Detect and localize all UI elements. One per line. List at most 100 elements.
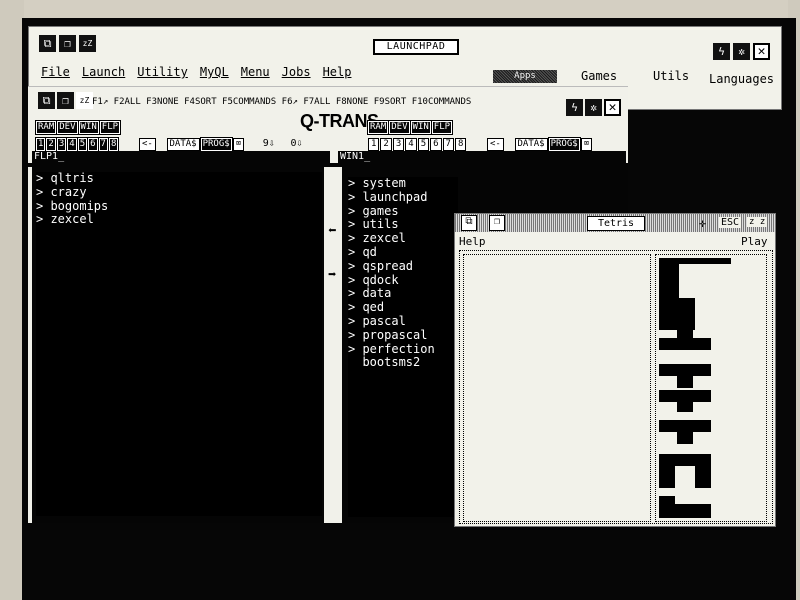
num-5-button[interactable]: 5 bbox=[417, 138, 430, 151]
crt-screen: ⧉ ❐ zZ LAUNCHPAD ϟ ✲ ✕ File Launch Utili… bbox=[22, 18, 796, 600]
num-2-button[interactable]: 2 bbox=[45, 137, 57, 152]
move-icon[interactable]: ✛ bbox=[699, 216, 706, 230]
tetris-play-menu[interactable]: Play bbox=[741, 235, 768, 248]
esc-button[interactable]: ESC bbox=[719, 217, 742, 228]
tab-apps[interactable]: Apps bbox=[493, 70, 557, 83]
launchpad-menubar: File Launch Utility MyQL Menu Jobs Help bbox=[41, 65, 351, 79]
list-item[interactable]: > zexcel bbox=[348, 231, 458, 246]
sleep-icon[interactable]: zZ bbox=[76, 92, 93, 109]
back-button[interactable]: <- bbox=[139, 138, 156, 151]
menu-menu[interactable]: Menu bbox=[241, 65, 270, 79]
num-1-button[interactable]: 1 bbox=[34, 137, 47, 152]
trash-icon[interactable]: ⌧ bbox=[232, 138, 245, 151]
list-item[interactable]: > crazy bbox=[36, 185, 322, 200]
list-item[interactable]: > perfection bbox=[348, 342, 458, 357]
num-6-button[interactable]: 6 bbox=[430, 138, 442, 151]
right-file-list: > system > launchpad > games > utils > z… bbox=[348, 176, 458, 517]
trash-icon[interactable]: ⌧ bbox=[580, 138, 593, 151]
num-3-button[interactable]: 3 bbox=[392, 138, 405, 151]
num-3-button[interactable]: 3 bbox=[55, 137, 68, 152]
left-file-list: > qltris > crazy > bogomips > zexcel bbox=[36, 171, 322, 516]
left-path-field[interactable]: FLP1_ bbox=[32, 151, 330, 163]
back-button[interactable]: <- bbox=[487, 138, 504, 151]
pane-border bbox=[28, 167, 32, 523]
list-item[interactable]: > qltris bbox=[36, 171, 322, 186]
right-path-field[interactable]: WIN1_ bbox=[338, 151, 626, 163]
monitor-bezel-top bbox=[0, 0, 800, 20]
list-item[interactable]: > propascal bbox=[348, 328, 458, 343]
list-item[interactable]: > data bbox=[348, 286, 458, 301]
tetris-window: ⧉ ❐ Tetris ✛ ESC z z Help Play bbox=[454, 213, 776, 527]
list-item[interactable]: > zexcel bbox=[36, 212, 322, 227]
sleep-icon[interactable]: z z bbox=[747, 217, 768, 227]
list-item[interactable]: > games bbox=[348, 204, 458, 219]
close-icon[interactable]: ✕ bbox=[604, 99, 621, 116]
list-item[interactable]: bootsms2 bbox=[348, 355, 458, 370]
list-item[interactable]: > system bbox=[348, 176, 458, 191]
num-4-button[interactable]: 4 bbox=[405, 138, 417, 151]
gear-icon[interactable]: ✲ bbox=[733, 43, 750, 60]
list-item[interactable]: > pascal bbox=[348, 314, 458, 329]
tab-utils[interactable]: Utils bbox=[653, 69, 689, 83]
list-item[interactable]: > qdock bbox=[348, 273, 458, 288]
piece-block bbox=[659, 420, 711, 432]
right-number-buttons: 12345678 <- DATA$ PROG$ ⌧ bbox=[368, 131, 593, 152]
sleep-icon[interactable]: zZ bbox=[79, 35, 96, 52]
menu-file[interactable]: File bbox=[41, 65, 70, 79]
num-1-button[interactable]: 1 bbox=[368, 138, 380, 151]
list-item[interactable]: > qed bbox=[348, 300, 458, 315]
tab-games[interactable]: Games bbox=[581, 69, 617, 83]
menu-launch[interactable]: Launch bbox=[82, 65, 125, 79]
num-8-button[interactable]: 8 bbox=[107, 137, 120, 152]
menu-utility[interactable]: Utility bbox=[137, 65, 188, 79]
tetris-help-menu[interactable]: Help bbox=[459, 235, 486, 248]
list-item[interactable]: > qd bbox=[348, 245, 458, 260]
num-7-button[interactable]: 7 bbox=[97, 137, 109, 152]
monitor-bezel-left bbox=[0, 0, 24, 600]
list-item[interactable]: > launchpad bbox=[348, 190, 458, 205]
data-dir-button[interactable]: DATA$ bbox=[514, 138, 548, 151]
num-8-button[interactable]: 8 bbox=[454, 138, 467, 151]
data-dir-button[interactable]: DATA$ bbox=[166, 138, 200, 151]
qtrans-header: ⧉ ❐ zZ F1↗ F2ALL F3NONE F4SORT F5COMMAND… bbox=[28, 87, 628, 163]
num-7-button[interactable]: 7 bbox=[442, 138, 454, 151]
window-icon[interactable]: ⧉ bbox=[461, 215, 477, 231]
list-item[interactable]: > qspread bbox=[348, 259, 458, 274]
piece-block bbox=[659, 390, 711, 402]
copy-icon[interactable]: ❐ bbox=[489, 215, 505, 231]
piece-block bbox=[659, 466, 675, 488]
num-4-button[interactable]: 4 bbox=[66, 137, 78, 152]
menu-help[interactable]: Help bbox=[323, 65, 352, 79]
lightning-icon[interactable]: ϟ bbox=[713, 43, 730, 60]
tetris-titlebar[interactable]: ⧉ ❐ Tetris ✛ ESC z z bbox=[455, 214, 775, 232]
close-icon[interactable]: ✕ bbox=[753, 43, 770, 60]
num-5-button[interactable]: 5 bbox=[76, 137, 89, 152]
piece-block bbox=[677, 402, 693, 412]
copy-icon[interactable]: ❐ bbox=[57, 92, 74, 109]
lightning-icon[interactable]: ϟ bbox=[566, 99, 583, 116]
tetris-playfield bbox=[463, 254, 651, 522]
arrow-right-icon[interactable]: ➡ bbox=[328, 267, 336, 283]
gear-icon[interactable]: ✲ bbox=[585, 99, 602, 116]
function-key-bar[interactable]: F1↗ F2ALL F3NONE F4SORT F5COMMANDS F6↗ F… bbox=[92, 97, 471, 107]
tetris-title: Tetris bbox=[587, 216, 645, 231]
piece-block bbox=[659, 364, 711, 376]
tab-languages[interactable]: Languages bbox=[709, 72, 774, 86]
menu-myql[interactable]: MyQL bbox=[200, 65, 229, 79]
window-icon[interactable]: ⧉ bbox=[38, 92, 55, 109]
num-6-button[interactable]: 6 bbox=[87, 137, 99, 152]
window-icon[interactable]: ⧉ bbox=[39, 35, 56, 52]
prog-dir-button[interactable]: PROG$ bbox=[547, 137, 581, 152]
launchpad-title: LAUNCHPAD bbox=[373, 39, 459, 55]
arrow-left-icon[interactable]: ⬅ bbox=[328, 223, 336, 239]
copy-icon[interactable]: ❐ bbox=[59, 35, 76, 52]
piece-block bbox=[677, 376, 693, 388]
piece-block bbox=[695, 466, 711, 488]
list-item[interactable]: > bogomips bbox=[36, 199, 322, 214]
num-2-button[interactable]: 2 bbox=[380, 138, 392, 151]
prog-dir-button[interactable]: PROG$ bbox=[199, 137, 233, 152]
right-counter: 0⇩ bbox=[290, 138, 303, 149]
center-divider bbox=[324, 167, 342, 523]
list-item[interactable]: > utils bbox=[348, 217, 458, 232]
menu-jobs[interactable]: Jobs bbox=[282, 65, 311, 79]
